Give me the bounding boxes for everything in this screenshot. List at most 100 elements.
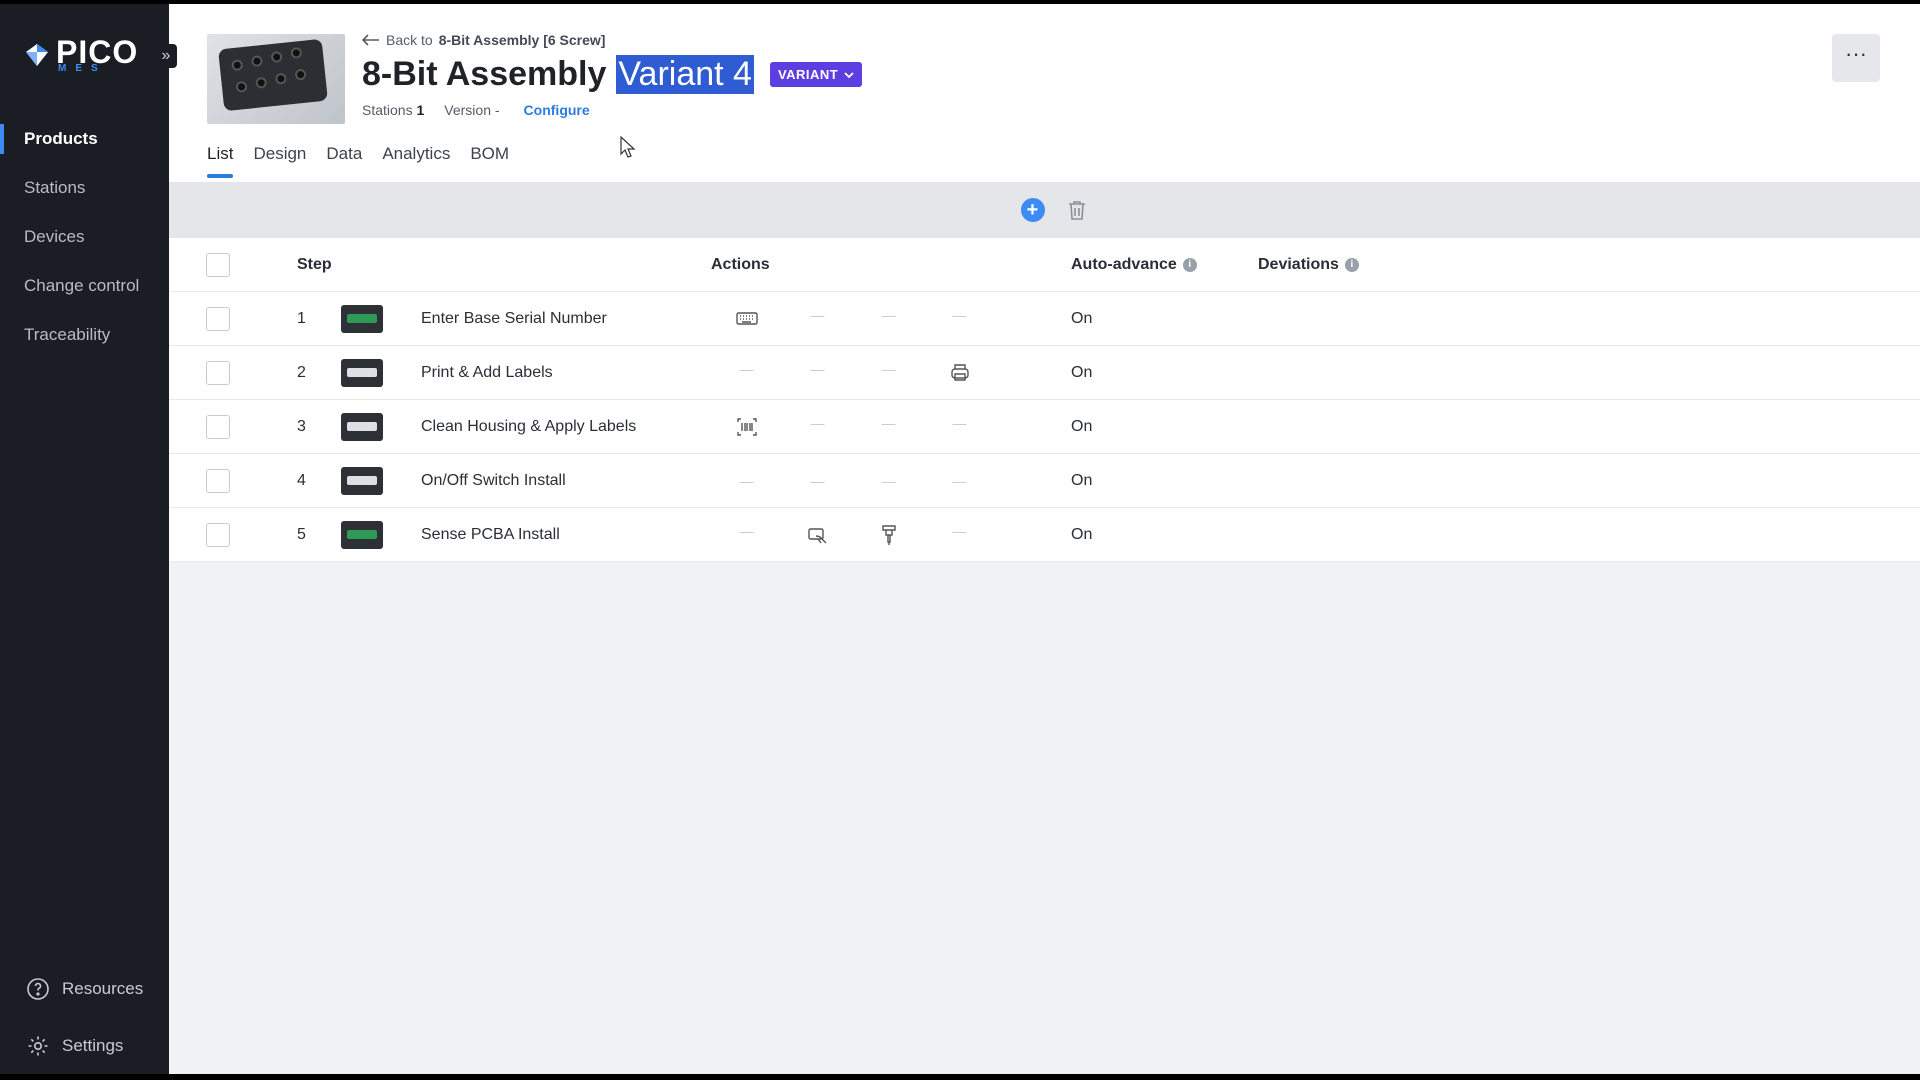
- app-frame: PICO MES » Products Stations Devices Cha…: [0, 4, 1920, 1074]
- step-actions: — — —: [711, 361, 1071, 385]
- info-icon[interactable]: i: [1344, 257, 1359, 272]
- column-actions: Actions: [711, 255, 770, 273]
- empty-action: —: [881, 414, 896, 431]
- empty-action: —: [881, 472, 896, 489]
- logo-diamond-icon: [26, 44, 48, 66]
- column-deviations: Deviations i: [1258, 256, 1920, 274]
- tab-data[interactable]: Data: [326, 144, 362, 174]
- step-actions: — —: [711, 523, 1071, 547]
- arrow-left-icon: [362, 34, 379, 46]
- version-meta: Version -: [444, 102, 500, 118]
- tab-design[interactable]: Design: [253, 144, 306, 174]
- column-step: Step: [297, 255, 332, 273]
- configure-link[interactable]: Configure: [524, 102, 590, 118]
- help-circle-icon: [27, 977, 49, 1000]
- more-options-button[interactable]: ···: [1832, 34, 1880, 82]
- sidebar-item-label: Settings: [62, 1035, 124, 1055]
- screwdriver-icon[interactable]: [853, 523, 924, 547]
- step-name: Print & Add Labels: [421, 363, 553, 381]
- gear-icon: [28, 1036, 48, 1055]
- row-checkbox[interactable]: [206, 468, 230, 493]
- chevron-down-icon: [844, 71, 854, 78]
- row-checkbox[interactable]: [206, 360, 230, 385]
- add-step-button[interactable]: +: [1020, 198, 1045, 222]
- step-number: 4: [297, 471, 306, 489]
- empty-action: —: [881, 360, 896, 377]
- table-row[interactable]: 3 Clean Housing & Apply Labels — — — On: [169, 400, 1920, 454]
- sidebar-bottom: Resources Settings: [0, 960, 169, 1074]
- info-icon[interactable]: i: [1182, 257, 1197, 272]
- step-name: On/Off Switch Install: [421, 471, 566, 489]
- sidebar-nav: Products Stations Devices Change control…: [0, 114, 169, 359]
- row-checkbox[interactable]: [206, 306, 230, 331]
- product-meta: Stations 1 Version - Configure: [362, 102, 590, 118]
- empty-action: —: [739, 472, 754, 489]
- back-link[interactable]: Back to 8-Bit Assembly [6 Screw]: [362, 32, 605, 48]
- chevron-double-right-icon: »: [161, 47, 171, 64]
- select-all-checkbox[interactable]: [206, 252, 230, 277]
- empty-action: —: [810, 306, 825, 323]
- auto-advance-value: On: [1071, 309, 1093, 327]
- empty-action: —: [810, 472, 825, 489]
- sidebar-item-stations[interactable]: Stations: [0, 163, 169, 212]
- step-number: 5: [297, 525, 306, 543]
- more-icon: ···: [1845, 41, 1867, 66]
- sidebar-item-traceability[interactable]: Traceability: [0, 310, 169, 359]
- variant-dropdown[interactable]: VARIANT: [769, 62, 863, 87]
- table-row[interactable]: 2 Print & Add Labels — — — On: [169, 346, 1920, 400]
- sidebar-item-label: Resources: [62, 978, 144, 998]
- step-thumbnail: [341, 412, 383, 441]
- product-tabs: List Design Data Analytics BOM: [207, 144, 509, 178]
- table-row[interactable]: 1 Enter Base Serial Number — — — On: [169, 292, 1920, 346]
- empty-action: —: [810, 414, 825, 431]
- sidebar-item-label: Stations: [24, 177, 86, 197]
- hand-scan-icon[interactable]: [782, 523, 853, 547]
- tab-list[interactable]: List: [207, 144, 234, 178]
- sidebar-item-change-control[interactable]: Change control: [0, 261, 169, 310]
- back-prefix: Back to: [386, 32, 433, 48]
- sidebar: PICO MES » Products Stations Devices Cha…: [0, 4, 177, 1074]
- empty-action: —: [739, 360, 754, 377]
- sidebar-item-products[interactable]: Products: [0, 114, 169, 163]
- sidebar-collapse-button[interactable]: »: [155, 44, 177, 68]
- table-row[interactable]: 4 On/Off Switch Install — — — — On: [169, 454, 1920, 508]
- step-name: Sense PCBA Install: [421, 525, 560, 543]
- tab-analytics[interactable]: Analytics: [382, 144, 450, 174]
- trash-icon[interactable]: [1065, 198, 1089, 222]
- logo-sub: MES: [58, 63, 107, 74]
- keyboard-icon[interactable]: [711, 307, 782, 331]
- step-name: Enter Base Serial Number: [421, 309, 607, 327]
- empty-action: —: [952, 414, 967, 431]
- row-checkbox[interactable]: [206, 414, 230, 439]
- empty-action: —: [881, 306, 896, 323]
- sidebar-item-settings[interactable]: Settings: [0, 1017, 169, 1074]
- title-variant[interactable]: Variant 4: [616, 55, 754, 94]
- step-number: 3: [297, 417, 306, 435]
- step-thumbnail: [341, 466, 383, 495]
- product-header: Back to 8-Bit Assembly [6 Screw] 8-Bit A…: [169, 4, 1920, 182]
- step-thumbnail: [341, 520, 383, 549]
- back-target: 8-Bit Assembly [6 Screw]: [438, 32, 606, 48]
- sidebar-item-label: Change control: [24, 275, 140, 295]
- sidebar-item-resources[interactable]: Resources: [0, 960, 169, 1017]
- steps-table: Step Actions Auto-advance i Deviations i 1…: [169, 238, 1920, 562]
- main-content: Back to 8-Bit Assembly [6 Screw] 8-Bit A…: [169, 4, 1920, 1074]
- table-header: Step Actions Auto-advance i Deviations i: [169, 238, 1920, 292]
- barcode-icon[interactable]: [711, 415, 782, 439]
- empty-action: —: [810, 360, 825, 377]
- printer-icon[interactable]: [924, 361, 995, 385]
- page-title: 8-Bit Assembly Variant 4: [362, 55, 754, 94]
- empty-action: —: [952, 306, 967, 323]
- tab-bom[interactable]: BOM: [470, 144, 509, 174]
- plus-icon: +: [1026, 199, 1039, 221]
- mouse-cursor-icon: [620, 136, 636, 158]
- sidebar-item-label: Products: [24, 128, 98, 148]
- product-thumbnail: [207, 34, 345, 124]
- table-row[interactable]: 5 Sense PCBA Install — — On: [169, 508, 1920, 562]
- stations-meta: Stations 1: [362, 102, 425, 118]
- row-checkbox[interactable]: [206, 522, 230, 547]
- auto-advance-value: On: [1071, 471, 1093, 489]
- sidebar-item-devices[interactable]: Devices: [0, 212, 169, 261]
- steps-toolbar: +: [169, 182, 1920, 238]
- step-actions: — — —: [711, 415, 1071, 439]
